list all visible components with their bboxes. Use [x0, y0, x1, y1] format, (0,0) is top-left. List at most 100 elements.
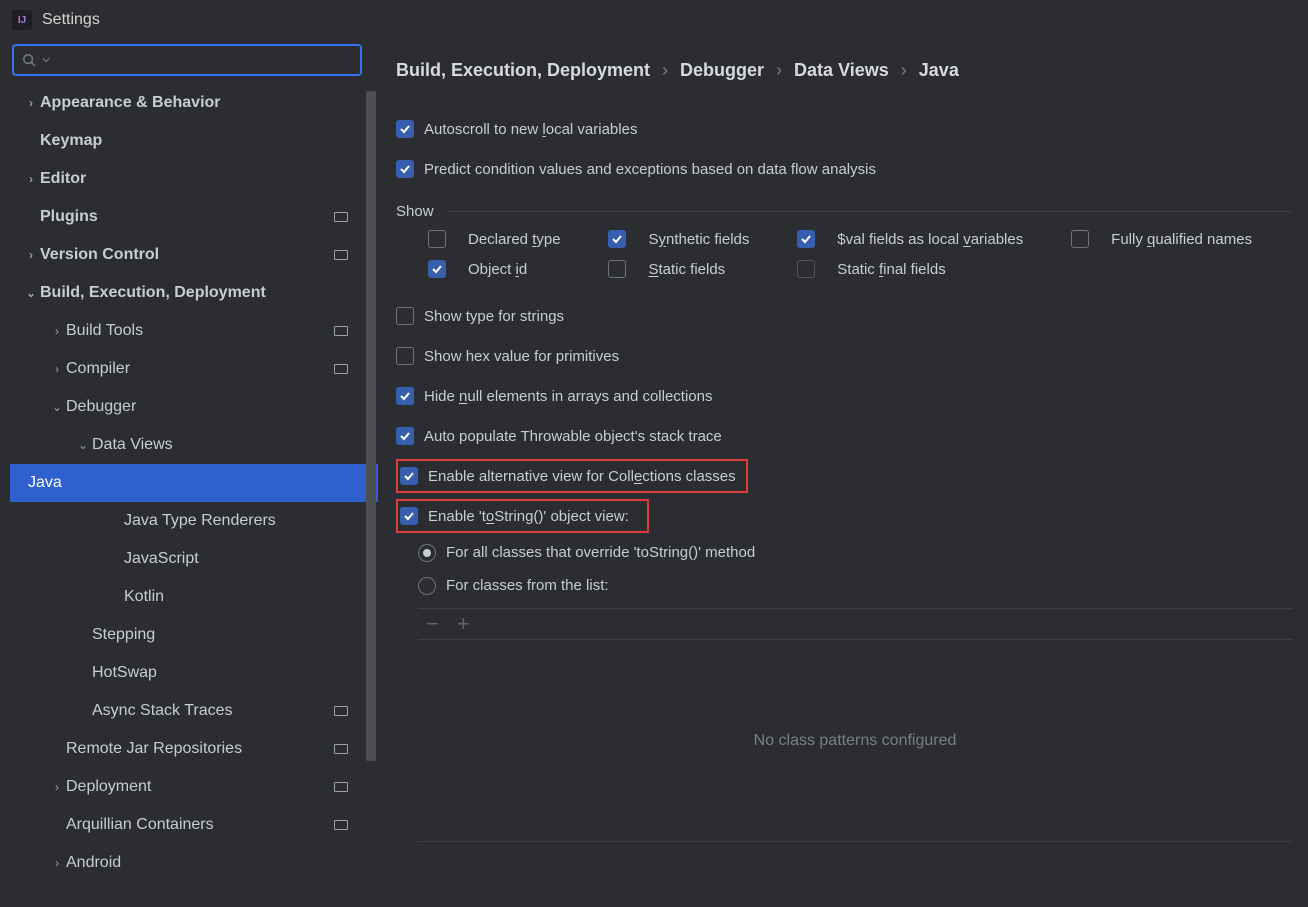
tree-item-appearance[interactable]: ›Appearance & Behavior	[10, 84, 378, 122]
autoscroll-checkbox-row[interactable]: Autoscroll to new local variables	[396, 109, 1292, 149]
fq-names-checkbox[interactable]	[1071, 230, 1089, 248]
tostring-highlight: Enable 'toString()' object view:	[396, 499, 649, 533]
settings-sidebar: ›Appearance & Behavior ›Keymap ›Editor ›…	[0, 44, 378, 907]
declared-type-label: Declared type	[468, 231, 600, 248]
synthetic-fields-label: Synthetic fields	[648, 231, 789, 248]
crumb-debugger[interactable]: Debugger	[680, 60, 764, 81]
project-scope-icon	[334, 212, 348, 222]
tree-item-deployment[interactable]: ›Deployment	[10, 768, 378, 806]
tree-item-plugins[interactable]: ›Plugins	[10, 198, 378, 236]
synthetic-fields-checkbox[interactable]	[608, 230, 626, 248]
tree-item-arquillian[interactable]: ›Arquillian Containers	[10, 806, 378, 844]
tree-item-compiler[interactable]: ›Compiler	[10, 350, 378, 388]
show-type-strings-label: Show type for strings	[424, 308, 564, 325]
settings-content: Build, Execution, Deployment › Debugger …	[378, 44, 1308, 907]
project-scope-icon	[334, 326, 348, 336]
remove-button[interactable]: −	[426, 611, 439, 637]
alt-collections-row[interactable]: Enable alternative view for Collections …	[396, 456, 1292, 496]
app-logo-icon	[12, 10, 32, 30]
tree-item-kotlin[interactable]: ›Kotlin	[10, 578, 378, 616]
hide-null-row[interactable]: Hide null elements in arrays and collect…	[396, 376, 1292, 416]
tree-item-async-stack-traces[interactable]: ›Async Stack Traces	[10, 692, 378, 730]
crumb-build[interactable]: Build, Execution, Deployment	[396, 60, 650, 81]
settings-search-input[interactable]	[12, 44, 362, 76]
show-hex-label: Show hex value for primitives	[424, 348, 619, 365]
show-hex-row[interactable]: Show hex value for primitives	[396, 336, 1292, 376]
predict-checkbox-row[interactable]: Predict condition values and exceptions …	[396, 149, 1292, 189]
tree-item-javascript[interactable]: ›JavaScript	[10, 540, 378, 578]
project-scope-icon	[334, 782, 348, 792]
autoscroll-checkbox[interactable]	[396, 120, 414, 138]
auto-throwable-row[interactable]: Auto populate Throwable object's stack t…	[396, 416, 1292, 456]
search-icon	[22, 53, 36, 67]
empty-list-text: No class patterns configured	[754, 732, 957, 750]
tree-item-hotswap[interactable]: ›HotSwap	[10, 654, 378, 692]
tree-item-build[interactable]: ⌄Build, Execution, Deployment	[10, 274, 378, 312]
show-section-header: Show	[396, 203, 1292, 220]
crumb-java: Java	[919, 60, 959, 81]
tree-item-java[interactable]: ›Java	[10, 464, 378, 502]
tree-item-vcs[interactable]: ›Version Control	[10, 236, 378, 274]
divider	[450, 211, 1292, 212]
tree-item-build-tools[interactable]: ›Build Tools	[10, 312, 378, 350]
tree-item-keymap[interactable]: ›Keymap	[10, 122, 378, 160]
fq-names-label: Fully qualified names	[1111, 231, 1292, 248]
project-scope-icon	[334, 744, 348, 754]
crumb-data-views[interactable]: Data Views	[794, 60, 889, 81]
tree-item-editor[interactable]: ›Editor	[10, 160, 378, 198]
tree-item-data-views[interactable]: ⌄Data Views	[10, 426, 378, 464]
chevron-right-icon: ›	[776, 60, 782, 81]
radio-list-classes[interactable]	[418, 577, 436, 595]
chevron-right-icon: ›	[662, 60, 668, 81]
tree-item-stepping[interactable]: ›Stepping	[10, 616, 378, 654]
radio-list-classes-label: For classes from the list:	[446, 577, 609, 594]
alt-collections-label: Enable alternative view for Collections …	[428, 468, 736, 485]
tree-item-java-type-renderers[interactable]: ›Java Type Renderers	[10, 502, 378, 540]
chevron-down-icon	[42, 56, 50, 64]
show-type-strings-row[interactable]: Show type for strings	[396, 296, 1292, 336]
object-id-label: Object id	[468, 261, 600, 278]
alt-collections-checkbox[interactable]	[400, 467, 418, 485]
hide-null-checkbox[interactable]	[396, 387, 414, 405]
add-button[interactable]: +	[457, 611, 470, 637]
show-type-strings-checkbox[interactable]	[396, 307, 414, 325]
sidebar-scrollbar[interactable]	[364, 91, 378, 907]
show-grid: Declared type Synthetic fields $val fiel…	[396, 230, 1292, 278]
project-scope-icon	[334, 364, 348, 374]
tostring-checkbox[interactable]	[400, 507, 418, 525]
hide-null-label: Hide null elements in arrays and collect…	[424, 388, 713, 405]
auto-throwable-label: Auto populate Throwable object's stack t…	[424, 428, 722, 445]
tostring-row[interactable]: Enable 'toString()' object view:	[396, 496, 1292, 536]
object-id-checkbox[interactable]	[428, 260, 446, 278]
radio-list-classes-row[interactable]: For classes from the list:	[396, 569, 1292, 602]
project-scope-icon	[334, 706, 348, 716]
static-fields-checkbox[interactable]	[608, 260, 626, 278]
tostring-label: Enable 'toString()' object view:	[428, 508, 629, 525]
radio-all-classes-label: For all classes that override 'toString(…	[446, 544, 755, 561]
static-final-fields-label: Static final fields	[837, 261, 1063, 278]
chevron-right-icon: ›	[901, 60, 907, 81]
class-list-toolbar: − +	[418, 608, 1292, 640]
class-patterns-list: No class patterns configured	[418, 640, 1292, 842]
predict-label: Predict condition values and exceptions …	[424, 161, 876, 178]
predict-checkbox[interactable]	[396, 160, 414, 178]
autoscroll-label: Autoscroll to new local variables	[424, 121, 637, 138]
breadcrumb: Build, Execution, Deployment › Debugger …	[396, 60, 1292, 81]
tree-item-remote-jar[interactable]: ›Remote Jar Repositories	[10, 730, 378, 768]
settings-tree: ›Appearance & Behavior ›Keymap ›Editor ›…	[10, 84, 378, 907]
auto-throwable-checkbox[interactable]	[396, 427, 414, 445]
alt-collections-highlight: Enable alternative view for Collections …	[396, 459, 748, 493]
val-fields-label: $val fields as local variables	[837, 231, 1063, 248]
title-bar: Settings	[0, 0, 1308, 44]
tree-item-debugger[interactable]: ⌄Debugger	[10, 388, 378, 426]
show-hex-checkbox[interactable]	[396, 347, 414, 365]
scrollbar-thumb[interactable]	[366, 91, 376, 761]
project-scope-icon	[334, 820, 348, 830]
static-final-fields-checkbox	[797, 260, 815, 278]
radio-all-classes[interactable]	[418, 544, 436, 562]
val-fields-checkbox[interactable]	[797, 230, 815, 248]
project-scope-icon	[334, 250, 348, 260]
declared-type-checkbox[interactable]	[428, 230, 446, 248]
radio-all-classes-row[interactable]: For all classes that override 'toString(…	[396, 536, 1292, 569]
tree-item-android[interactable]: ›Android	[10, 844, 378, 882]
